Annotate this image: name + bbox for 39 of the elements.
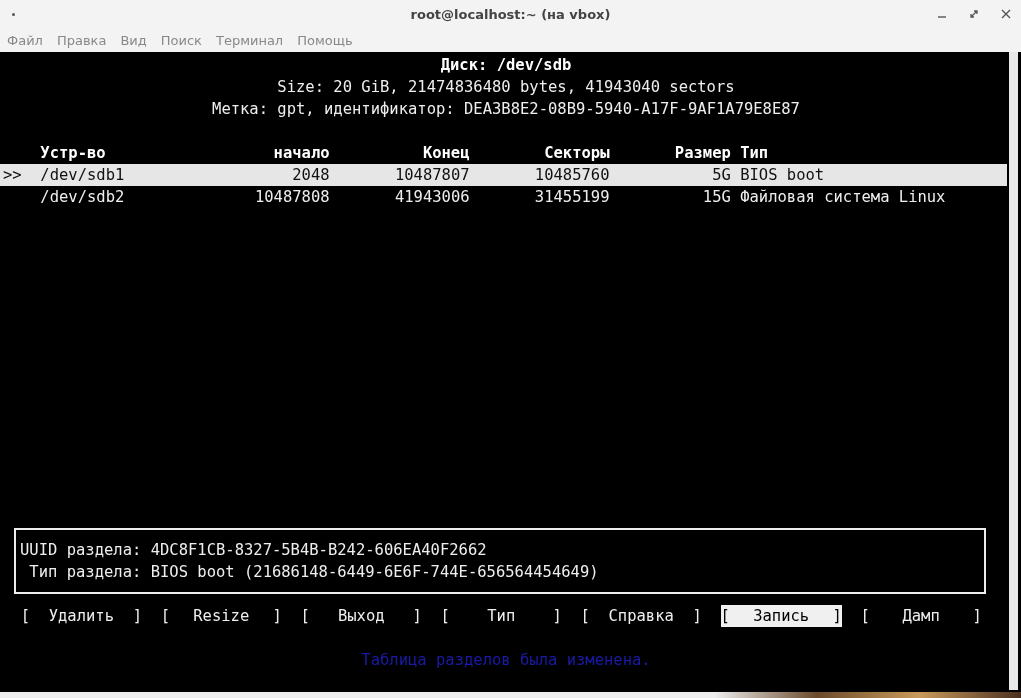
restore-icon[interactable] [969,9,979,19]
disk-size: Size: 20 GiB, 21474836480 bytes, 41943040 sectors [276,77,736,98]
command-button[interactable]: [ Дамп ] [860,605,982,627]
command-button[interactable]: [ Тип ] [440,605,562,627]
partition-row[interactable]: /dev/sdb2 10487808 41943006 31455199 15G Файловая система Linux [0,186,1007,208]
column-header: Устр-во [40,143,107,164]
partition-info-text: UUID раздела: 4DC8F1CB-8327-5B4B-B242-606EA40F2662 [20,540,488,561]
window-menu-dot-icon[interactable] [12,12,15,16]
table-cell-text: 5G [711,165,731,186]
command-button[interactable]: [ Запись ] [720,605,842,627]
partition-info-text: Тип раздела: BIOS boot (21686148-6449-6E6F-744E-656564454649) [28,562,600,583]
table-cell-text: BIOS boot [740,165,825,186]
table-cell-text: 10487808 [253,187,330,208]
table-cell-text: 10487807 [393,165,470,186]
scrollbar[interactable] [1009,52,1018,690]
column-header: Размер [673,143,731,164]
close-icon[interactable] [1001,9,1011,19]
table-cell-text: /dev/sdb1 [40,165,126,186]
table-cell-text: 2048 [291,165,330,186]
partition-row[interactable]: >> /dev/sdb1 2048 10487807 10485760 5G BIOS boot [0,164,1007,186]
column-header: Конец [421,143,470,164]
disk-label: Метка: gpt, идентификатор: DEA3B8E2-08B9-5940-A17F-9AF1A79E8E87 [211,99,801,120]
command-button[interactable]: [ Выход ] [300,605,422,627]
table-cell-text: 31455199 [533,187,610,208]
disk-title: Диск: /dev/sdb [439,55,573,76]
column-header: Секторы [543,143,610,164]
column-header: Тип [740,143,769,164]
status-message: Таблица разделов была изменена. [360,650,652,671]
command-button[interactable]: [ Удалить ] [20,605,142,627]
window-title: root@localhost:~ (на vbox) [410,6,611,22]
table-cell-text: 10485760 [533,165,610,186]
row-cursor: >> [3,166,22,184]
table-cell-text: 41943006 [393,187,470,208]
table-cell-text: Файловая система Linux [740,187,946,208]
table-cell-text: /dev/sdb2 [40,187,126,208]
table-cell-text: 15G [701,187,731,208]
command-button[interactable]: [ Справка ] [580,605,702,627]
command-button[interactable]: [ Resize ] [160,605,282,627]
column-header: начало [272,143,330,164]
